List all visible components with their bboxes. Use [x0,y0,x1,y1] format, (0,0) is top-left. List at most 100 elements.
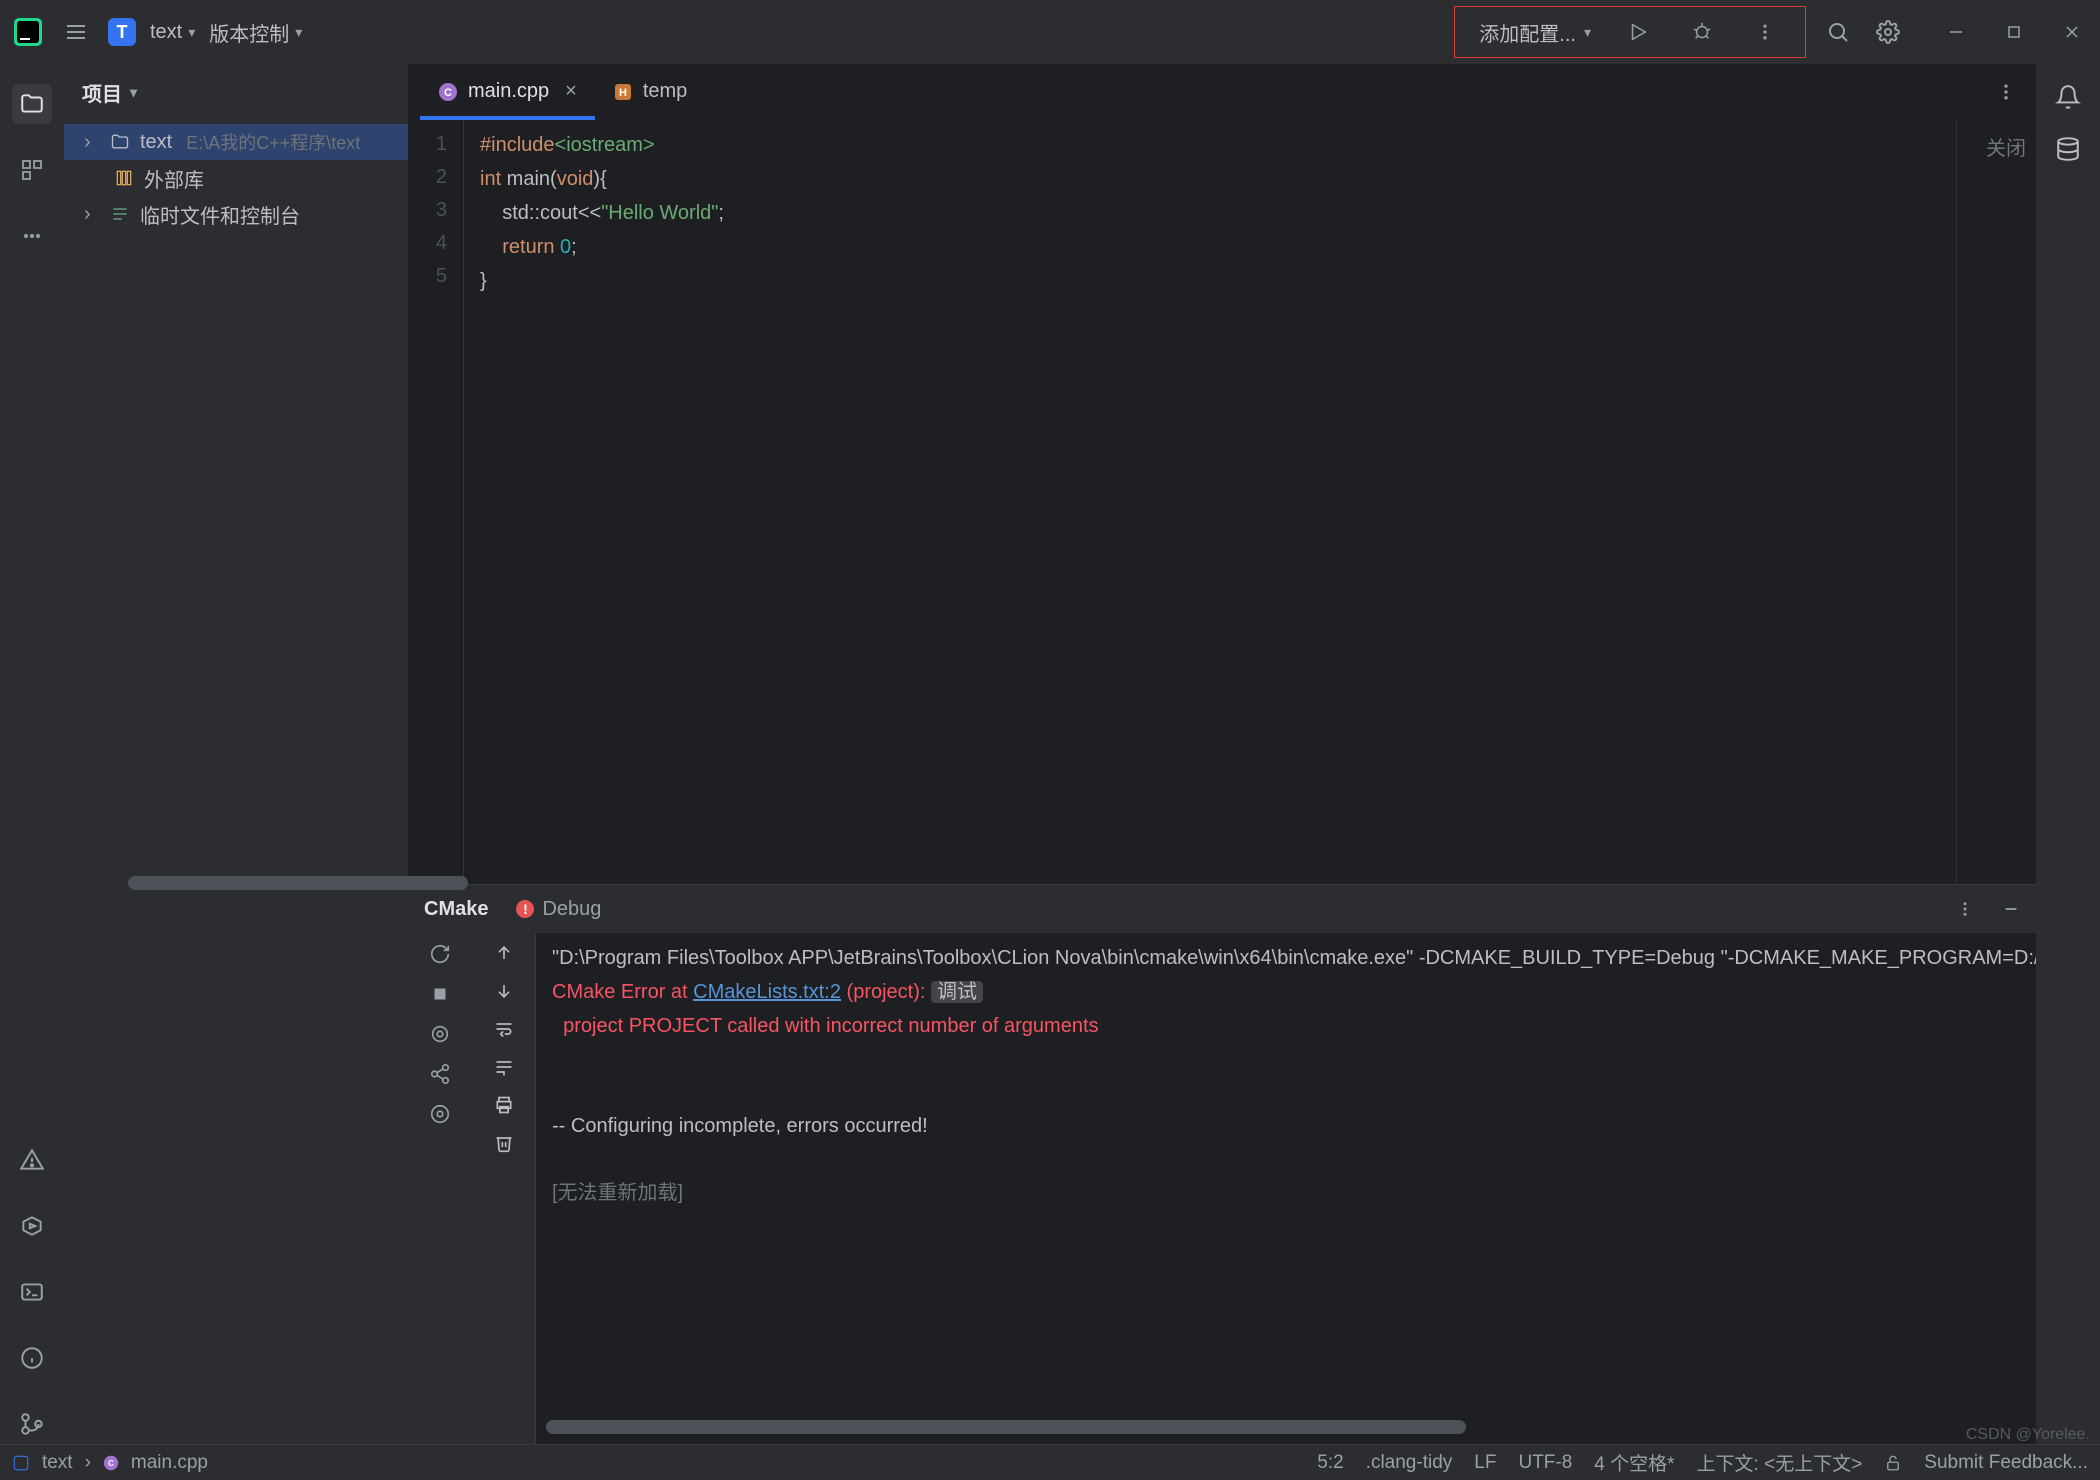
tool-side-actions-2 [472,933,536,1444]
module-icon: ▢ [12,1451,30,1474]
project-tool-icon[interactable] [12,84,52,124]
add-configuration-label: 添加配置... [1479,18,1576,47]
terminal-tool-icon[interactable] [12,1272,52,1312]
minimize-panel-icon[interactable] [2002,900,2020,918]
editor-tabbar: C main.cpp × H temp [408,64,2036,120]
watermark: CSDN @Yorelee. [1966,1426,2090,1444]
reload-icon[interactable] [429,943,451,965]
more-vertical-icon[interactable] [1976,82,2036,102]
horizontal-scrollbar[interactable] [546,1420,1466,1434]
more-vertical-icon[interactable] [1749,16,1781,48]
tree-ext-lib-label: 外部库 [144,164,204,193]
right-rail [2036,64,2100,1444]
close-icon[interactable]: × [565,80,577,103]
git-tool-icon[interactable] [12,1404,52,1444]
breadcrumb-module[interactable]: text [42,1452,73,1474]
window-minimize-icon[interactable] [1940,16,1972,48]
line-ending[interactable]: LF [1474,1452,1496,1474]
print-icon[interactable] [494,1095,514,1115]
tool-side-actions [408,933,472,1444]
cursor-position[interactable]: 5:2 [1317,1452,1343,1474]
info-tool-icon[interactable] [12,1338,52,1378]
database-icon[interactable] [2055,136,2081,162]
debug-icon[interactable] [1685,15,1719,49]
share-icon[interactable] [429,1063,451,1085]
wrap-icon[interactable] [494,1019,514,1039]
context[interactable]: 上下文: <无上下文> [1697,1449,1863,1476]
trash-icon[interactable] [494,1133,514,1153]
project-sidebar: 项目 ▾ › text E:\A我的C++程序\text 外部库 [64,64,408,1444]
problems-tool-icon[interactable] [12,1140,52,1180]
services-tool-icon[interactable] [12,1206,52,1246]
code-area[interactable]: #include<iostream> int main(void){ std::… [464,120,1956,884]
encoding[interactable]: UTF-8 [1518,1452,1572,1474]
more-tool-icon[interactable] [12,216,52,256]
tree-root[interactable]: › text E:\A我的C++程序\text [64,124,408,160]
clang-tidy[interactable]: .clang-tidy [1366,1452,1453,1474]
line-number: 2 [408,161,447,194]
project-tree: › text E:\A我的C++程序\text 外部库 › [64,120,408,236]
console-error: CMake Error at [552,981,693,1003]
line-number: 1 [408,128,447,161]
console-error: project PROJECT called with incorrect nu… [552,1015,1099,1037]
tab-temp[interactable]: H temp [595,64,705,120]
svg-text:C: C [108,1459,114,1468]
breadcrumb-file[interactable]: main.cpp [131,1452,208,1474]
console-line: [无法重新加载] [552,1182,683,1204]
vcs-label: 版本控制 [209,18,289,47]
console-output[interactable]: "D:\Program Files\Toolbox APP\JetBrains\… [536,933,2036,1444]
tree-root-name: text [140,131,172,154]
close-panel-link[interactable]: 关闭 [1967,132,2026,161]
tool-tabbar: CMake ! Debug [408,885,2036,933]
notifications-icon[interactable] [2055,84,2081,110]
tree-external-libraries[interactable]: 外部库 [64,160,408,196]
line-number: 3 [408,194,447,227]
indent[interactable]: 4 个空格* [1594,1449,1674,1476]
vcs-dropdown[interactable]: 版本控制 ▾ [209,18,302,47]
lock-icon[interactable] [1884,1454,1902,1472]
stop-icon[interactable] [429,983,451,1005]
project-badge: T [108,18,136,46]
down-arrow-icon[interactable] [494,981,514,1001]
window-maximize-icon[interactable] [1998,16,2030,48]
sidebar-header[interactable]: 项目 ▾ [64,64,408,120]
tab-label: main.cpp [468,80,549,103]
tool-tab-debug[interactable]: ! Debug [516,898,601,921]
svg-text:H: H [619,87,627,99]
svg-text:C: C [444,87,452,99]
search-icon[interactable] [1820,14,1856,50]
feedback-link[interactable]: Submit Feedback... [1924,1452,2088,1474]
run-icon[interactable] [1621,15,1655,49]
hamburger-menu-icon[interactable] [58,14,94,50]
debug-badge: 调试 [931,981,983,1003]
sidebar-title: 项目 [82,78,122,107]
window-close-icon[interactable] [2056,16,2088,48]
line-number: 5 [408,260,447,293]
gear-icon[interactable] [1870,14,1906,50]
tool-panel: CMake ! Debug [408,884,2036,1444]
editor[interactable]: 1 2 3 4 5 #include<iostream> int main(vo… [408,120,2036,884]
up-arrow-icon[interactable] [494,943,514,963]
chevron-down-icon: ▾ [295,24,302,41]
more-vertical-icon[interactable] [1956,900,1974,918]
tab-label: temp [643,80,687,103]
project-dropdown[interactable]: text ▾ [150,21,195,44]
chevron-right-icon: › [85,1452,91,1474]
tab-main-cpp[interactable]: C main.cpp × [420,64,595,120]
add-configuration-dropdown[interactable]: 添加配置... ▾ [1479,18,1591,47]
folder-icon [108,132,132,152]
tree-scratches[interactable]: › 临时文件和控制台 [64,196,408,232]
structure-tool-icon[interactable] [12,150,52,190]
scroll-end-icon[interactable] [494,1057,514,1077]
statusbar: ▢ text › C main.cpp 5:2 .clang-tidy LF U… [0,1444,2100,1480]
titlebar: T text ▾ 版本控制 ▾ 添加配置... ▾ [0,0,2100,64]
console-link[interactable]: CMakeLists.txt:2 [693,981,841,1003]
scratch-icon [108,204,132,224]
line-gutter: 1 2 3 4 5 [408,120,464,884]
horizontal-scrollbar[interactable] [128,876,468,890]
project-name-label: text [150,21,182,44]
tool-tab-cmake[interactable]: CMake [424,898,488,921]
attach-icon[interactable] [429,1023,451,1045]
settings-icon[interactable] [429,1103,451,1125]
tree-scratch-label: 临时文件和控制台 [140,200,300,229]
